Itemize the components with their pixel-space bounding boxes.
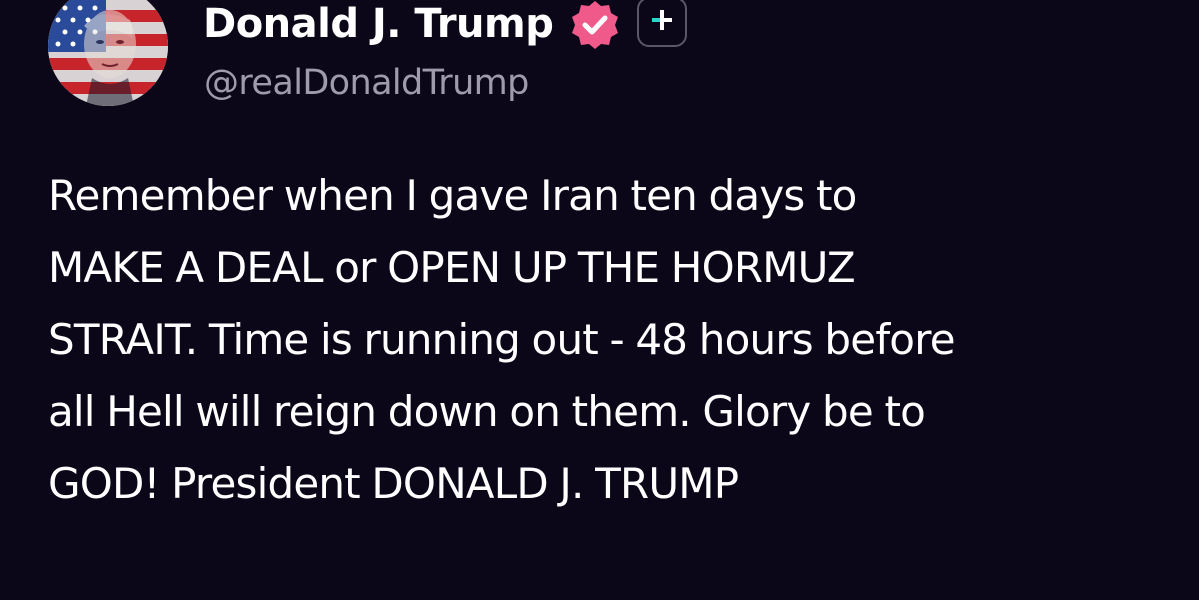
avatar[interactable]	[48, 0, 168, 106]
post-text-line: GOD! President DONALD J. TRUMP	[48, 459, 739, 508]
avatar-image	[48, 0, 168, 106]
post-text-line: STRAIT. Time is running out - 48 hours b…	[48, 315, 956, 364]
verified-badge-icon	[568, 0, 622, 52]
plus-icon	[651, 9, 673, 35]
post-text-line: MAKE A DEAL or OPEN UP THE HORMUZ	[48, 243, 856, 292]
author-handle[interactable]: @realDonaldTrump	[204, 60, 529, 106]
post-text-line: all Hell will reign down on them. Glory …	[48, 387, 926, 436]
post-text: Remember when I gave Iran ten days to MA…	[48, 160, 1178, 520]
post-text-line: Remember when I gave Iran ten days to	[48, 171, 857, 220]
follow-button[interactable]	[637, 0, 687, 47]
post-card: Donald J. Trump @realDonaldTrump Remembe…	[0, 0, 1199, 600]
author-display-name[interactable]: Donald J. Trump	[203, 0, 554, 50]
